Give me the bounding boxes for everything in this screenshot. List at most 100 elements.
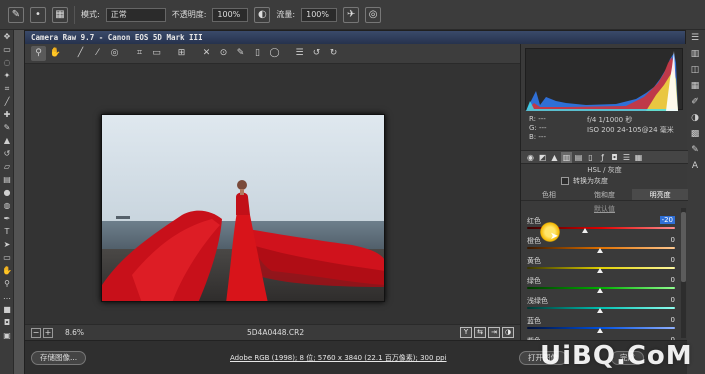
red-eye-icon[interactable]: ⊙ bbox=[216, 46, 231, 61]
slider-thumb[interactable] bbox=[597, 288, 603, 293]
type-tool-icon[interactable]: T bbox=[0, 225, 14, 238]
save-image-button[interactable]: 存储图像... bbox=[31, 351, 87, 365]
channels-panel-icon[interactable]: ▦ bbox=[684, 78, 705, 94]
slider-thumb[interactable] bbox=[597, 248, 603, 253]
slider-value[interactable]: 0 bbox=[671, 296, 675, 304]
adjustment-brush-icon[interactable]: ✎ bbox=[233, 46, 248, 61]
camera-info: R: --- G: --- B: --- f/4 1/1000 秒 ISO 20… bbox=[525, 113, 683, 147]
tab-luminance[interactable]: 明亮度 bbox=[632, 189, 689, 200]
screen-mode-icon[interactable]: ▣ bbox=[0, 329, 14, 342]
transform-icon[interactable]: ⊞ bbox=[174, 46, 189, 61]
properties-panel-icon[interactable]: ▥ bbox=[684, 46, 705, 62]
rotate-left-icon[interactable]: ↺ bbox=[309, 46, 324, 61]
zoom-level[interactable]: 8.6% bbox=[65, 328, 84, 337]
pressure-opacity-icon[interactable]: ◐ bbox=[254, 6, 271, 23]
path-select-icon[interactable]: ➤ bbox=[0, 238, 14, 251]
white-balance-icon[interactable]: ╱ bbox=[73, 46, 88, 61]
slider-value[interactable]: 0 bbox=[671, 316, 675, 324]
effects-tab-icon[interactable]: ƒ bbox=[597, 152, 608, 163]
paths-panel-icon[interactable]: ✐ bbox=[684, 94, 705, 110]
image-preview-area[interactable] bbox=[25, 64, 520, 324]
zoom-out-button[interactable]: − bbox=[31, 327, 41, 338]
mouse-pointer-icon: ➤ bbox=[550, 231, 559, 242]
eyedropper-icon[interactable]: ╱ bbox=[0, 95, 14, 108]
convert-grayscale-checkbox[interactable]: 转换为灰度 bbox=[561, 176, 608, 186]
mode-select[interactable]: 正常 bbox=[105, 7, 166, 22]
camera-calibration-tab-icon[interactable]: ◘ bbox=[609, 152, 620, 163]
lens-tab-icon[interactable]: ▯ bbox=[585, 152, 596, 163]
stamp-tool-icon[interactable]: ▲ bbox=[0, 134, 14, 147]
zoom-tool-icon[interactable]: ⚲ bbox=[0, 277, 14, 290]
snapshots-tab-icon[interactable]: ▦ bbox=[633, 152, 644, 163]
quick-select-icon[interactable]: ✦ bbox=[0, 69, 14, 82]
panel-scrollbar[interactable] bbox=[681, 208, 686, 338]
adjustment-panel: R: --- G: --- B: --- f/4 1/1000 秒 ISO 20… bbox=[520, 44, 689, 353]
foreground-color-icon[interactable]: ■ bbox=[0, 303, 14, 316]
airbrush-icon[interactable]: ✈ bbox=[343, 6, 360, 23]
pen-tool-icon[interactable]: ✒ bbox=[0, 212, 14, 225]
compare-toggle-icon[interactable]: Y bbox=[460, 327, 472, 338]
color-sampler-icon[interactable]: ⁄ bbox=[90, 46, 105, 61]
gradient-icon[interactable]: ▤ bbox=[0, 173, 14, 186]
brush-tool-icon[interactable]: ✎ bbox=[0, 121, 14, 134]
history-brush-icon[interactable]: ↺ bbox=[0, 147, 14, 160]
dodge-tool-icon[interactable]: ◍ bbox=[0, 199, 14, 212]
adjustments-panel-icon[interactable]: ◑ bbox=[684, 110, 705, 126]
eraser-icon[interactable]: ▱ bbox=[0, 160, 14, 173]
slider-value[interactable]: -20 bbox=[659, 216, 675, 224]
rotate-right-icon[interactable]: ↻ bbox=[326, 46, 341, 61]
slider-thumb[interactable] bbox=[597, 268, 603, 273]
flow-select[interactable]: 100% bbox=[301, 7, 338, 22]
slider-thumb[interactable] bbox=[597, 308, 603, 313]
slider-thumb[interactable] bbox=[582, 228, 589, 233]
slider-value[interactable]: 0 bbox=[671, 276, 675, 284]
radial-filter-icon[interactable]: ◯ bbox=[267, 46, 282, 61]
brush-panel-icon[interactable]: ▦ bbox=[52, 6, 68, 23]
checkbox-box[interactable] bbox=[561, 177, 569, 185]
hsl-tab-icon[interactable]: ▥ bbox=[561, 151, 572, 163]
basic-tab-icon[interactable]: ◉ bbox=[525, 152, 536, 163]
graduated-filter-icon[interactable]: ▯ bbox=[250, 46, 265, 61]
default-link[interactable]: 默认值 bbox=[521, 204, 688, 214]
slider-value[interactable]: 0 bbox=[671, 256, 675, 264]
history-panel-icon[interactable]: ☰ bbox=[684, 30, 705, 46]
tab-hue[interactable]: 色相 bbox=[521, 189, 577, 200]
brush-tool-icon[interactable]: ✎ bbox=[8, 6, 24, 23]
workflow-options-link[interactable]: Adobe RGB (1998); 8 位; 5760 x 3840 (22.1… bbox=[230, 353, 447, 363]
slider-thumb[interactable] bbox=[597, 328, 603, 333]
hand-tool-icon[interactable]: ✋ bbox=[48, 46, 63, 61]
spot-removal-icon[interactable]: ✕ bbox=[199, 46, 214, 61]
targeted-adjust-icon[interactable]: ◎ bbox=[107, 46, 122, 61]
straighten-icon[interactable]: ▭ bbox=[149, 46, 164, 61]
slider-value[interactable]: 0 bbox=[671, 236, 675, 244]
zoom-in-button[interactable]: + bbox=[43, 327, 53, 338]
copy-settings-icon[interactable]: ⇥ bbox=[488, 327, 500, 338]
swatches-panel-icon[interactable]: ▩ bbox=[684, 126, 705, 142]
tab-saturation[interactable]: 饱和度 bbox=[577, 189, 633, 200]
swap-settings-icon[interactable]: ⇆ bbox=[474, 327, 486, 338]
preferences-icon[interactable]: ☰ bbox=[292, 46, 307, 61]
g-value: G: --- bbox=[529, 124, 547, 132]
detail-tab-icon[interactable]: ▲ bbox=[549, 152, 560, 163]
split-toning-tab-icon[interactable]: ▤ bbox=[573, 152, 584, 163]
crop-tool-icon[interactable]: ⌗ bbox=[0, 82, 14, 95]
quick-mask-icon[interactable]: ◘ bbox=[0, 316, 14, 329]
marquee-tool-icon[interactable]: ▭ bbox=[0, 43, 14, 56]
brush-preset-icon[interactable]: • bbox=[30, 6, 46, 23]
opacity-select[interactable]: 100% bbox=[212, 7, 249, 22]
more-tools-icon[interactable]: … bbox=[0, 290, 14, 303]
pressure-size-icon[interactable]: ◎ bbox=[365, 6, 382, 23]
tone-curve-tab-icon[interactable]: ◩ bbox=[537, 152, 548, 163]
hand-tool-icon[interactable]: ✋ bbox=[0, 264, 14, 277]
toggle-defaults-icon[interactable]: ◑ bbox=[502, 327, 514, 338]
scrollbar-thumb[interactable] bbox=[681, 212, 686, 282]
layers-panel-icon[interactable]: ◫ bbox=[684, 62, 705, 78]
healing-icon[interactable]: ✚ bbox=[0, 108, 14, 121]
shape-tool-icon[interactable]: ▭ bbox=[0, 251, 14, 264]
zoom-tool-icon[interactable]: ⚲ bbox=[31, 46, 46, 61]
crop-tool-icon[interactable]: ⌗ bbox=[132, 46, 147, 61]
move-tool-icon[interactable]: ✥ bbox=[0, 30, 14, 43]
blur-tool-icon[interactable]: ● bbox=[0, 186, 14, 199]
presets-tab-icon[interactable]: ☰ bbox=[621, 152, 632, 163]
lasso-tool-icon[interactable]: ◌ bbox=[0, 56, 14, 69]
